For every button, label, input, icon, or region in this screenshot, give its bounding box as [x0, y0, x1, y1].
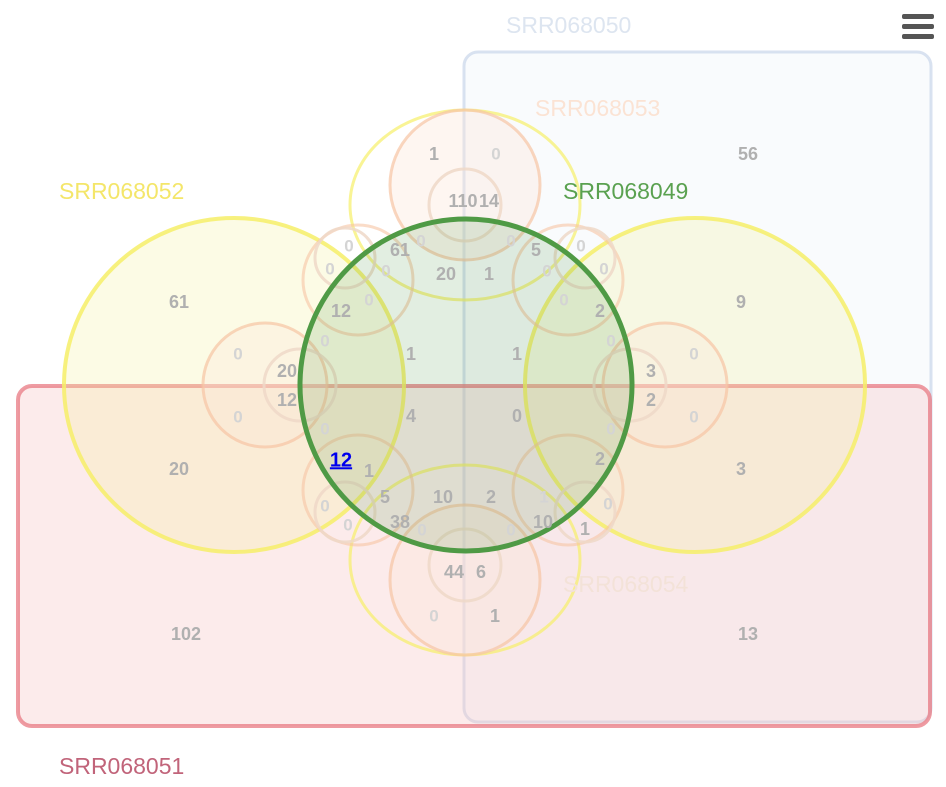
- count-label[interactable]: 2: [646, 390, 656, 410]
- count-label[interactable]: 0: [364, 290, 373, 309]
- set-label-srr068050[interactable]: SRR068050: [506, 12, 631, 38]
- count-label[interactable]: 0: [559, 290, 568, 309]
- count-label[interactable]: 1: [490, 606, 500, 626]
- count-label[interactable]: 0: [416, 231, 425, 250]
- count-label[interactable]: 1: [406, 344, 416, 364]
- count-label[interactable]: 9: [736, 292, 746, 312]
- set-label-srr068051[interactable]: SRR068051: [59, 753, 184, 779]
- count-label[interactable]: 0: [417, 520, 426, 539]
- menu-bar: [902, 34, 934, 39]
- count-label[interactable]: 110: [448, 191, 477, 211]
- hamburger-menu-icon[interactable]: [898, 10, 938, 44]
- count-label[interactable]: 0: [343, 515, 352, 534]
- count-label[interactable]: 0: [320, 419, 329, 438]
- count-label[interactable]: 0: [506, 520, 515, 539]
- count-label[interactable]: 61: [169, 292, 189, 312]
- count-label[interactable]: 61: [390, 240, 410, 260]
- count-label[interactable]: 10: [433, 487, 453, 507]
- count-label[interactable]: 0: [429, 606, 438, 625]
- count-label[interactable]: 12: [331, 301, 351, 321]
- count-label[interactable]: 0: [320, 331, 329, 350]
- count-label[interactable]: 0: [491, 144, 500, 163]
- count-label[interactable]: 10: [533, 512, 553, 532]
- count-label[interactable]: 0: [512, 406, 522, 426]
- count-label[interactable]: 2: [486, 487, 496, 507]
- count-label[interactable]: 0: [381, 261, 390, 280]
- menu-bar: [902, 24, 934, 29]
- count-label[interactable]: 0: [576, 236, 585, 255]
- count-label[interactable]: 1: [512, 344, 522, 364]
- count-label[interactable]: 20: [277, 361, 297, 381]
- count-label[interactable]: 0: [606, 331, 615, 350]
- count-label[interactable]: 13: [738, 624, 758, 644]
- count-label[interactable]: 0: [233, 407, 242, 426]
- count-label[interactable]: 0: [603, 494, 612, 513]
- highlighted-count-link[interactable]: 12: [330, 449, 352, 471]
- count-label[interactable]: 0: [325, 259, 334, 278]
- count-label[interactable]: 3: [646, 361, 656, 381]
- count-label[interactable]: 1: [429, 144, 439, 164]
- count-label[interactable]: 14: [479, 191, 499, 211]
- count-label[interactable]: 2: [595, 301, 605, 321]
- count-label[interactable]: 2: [595, 449, 605, 469]
- set-label-srr068049[interactable]: SRR068049: [563, 178, 688, 204]
- count-label[interactable]: 0: [606, 419, 615, 438]
- count-label[interactable]: 56: [738, 144, 758, 164]
- count-label[interactable]: 6: [476, 562, 486, 582]
- set-label-srr068053[interactable]: SRR068053: [535, 95, 660, 121]
- count-label[interactable]: 3: [736, 459, 746, 479]
- count-label[interactable]: 44: [444, 562, 464, 582]
- count-label[interactable]: 0: [689, 344, 698, 363]
- count-label[interactable]: 1: [539, 487, 548, 506]
- count-label[interactable]: 0: [542, 261, 551, 280]
- venn-diagram: SRR068050 SRR068053 SRR068052 SRR068049 …: [16, 12, 933, 779]
- count-label[interactable]: 0: [689, 407, 698, 426]
- count-label[interactable]: 0: [599, 259, 608, 278]
- count-label[interactable]: 1: [364, 461, 374, 481]
- count-label[interactable]: 0: [320, 496, 329, 515]
- count-label[interactable]: 1: [580, 519, 590, 539]
- count-label[interactable]: 38: [390, 512, 410, 532]
- set-label-srr068054[interactable]: SRR068054: [563, 571, 689, 597]
- count-label[interactable]: 5: [531, 240, 541, 260]
- count-label[interactable]: 4: [406, 406, 416, 426]
- count-label[interactable]: 1: [484, 264, 494, 284]
- menu-bar: [902, 14, 934, 19]
- set-srr068049-region[interactable]: [297, 216, 635, 554]
- count-label[interactable]: 5: [380, 487, 390, 507]
- count-label[interactable]: 20: [436, 264, 456, 284]
- count-label[interactable]: 0: [506, 231, 515, 250]
- count-label[interactable]: 0: [344, 236, 353, 255]
- count-label[interactable]: 12: [277, 390, 297, 410]
- set-label-srr068052[interactable]: SRR068052: [59, 178, 184, 204]
- count-label[interactable]: 102: [171, 624, 201, 644]
- count-label[interactable]: 0: [233, 344, 242, 363]
- count-label[interactable]: 20: [169, 459, 189, 479]
